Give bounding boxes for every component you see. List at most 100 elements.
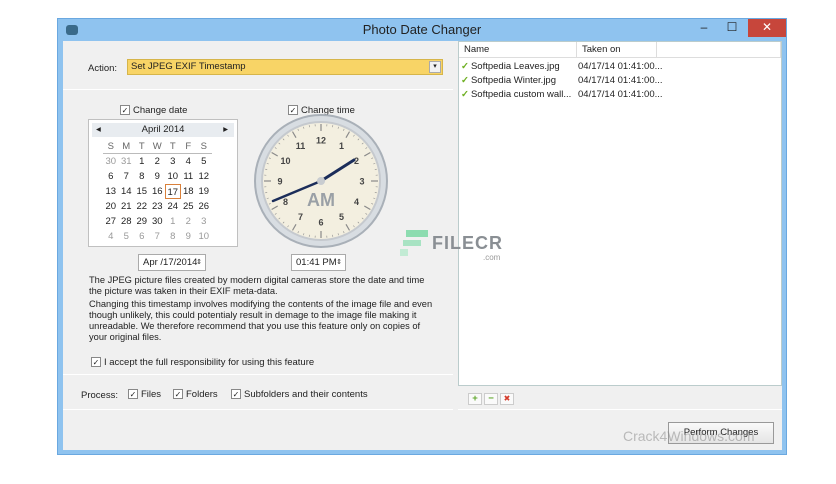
- check-icon: ✓: [461, 89, 469, 100]
- add-button[interactable]: +: [468, 393, 482, 405]
- day-name: T: [165, 139, 181, 154]
- calendar-day[interactable]: 17: [165, 184, 181, 199]
- file-list[interactable]: Name Taken on ✓ Softpedia Leaves.jpg 04/17…: [458, 41, 782, 386]
- subfolders-checkbox[interactable]: ✓ Subfolders and their contents: [231, 389, 368, 400]
- folders-checkbox[interactable]: ✓ Folders: [173, 389, 218, 400]
- calendar-day[interactable]: 24: [165, 199, 181, 214]
- calendar-day[interactable]: 10: [165, 169, 181, 184]
- calendar-month: April 2014: [141, 124, 185, 135]
- taken-on: 04/17/14 01:41:00...: [578, 61, 663, 72]
- accept-label: I accept the full responsibility for usi…: [104, 357, 315, 368]
- calendar-day[interactable]: 2: [181, 214, 197, 229]
- calendar-day[interactable]: 9: [181, 229, 197, 244]
- calendar-day[interactable]: 25: [181, 199, 197, 214]
- date-spinner[interactable]: Apr /17/2014 ⇕: [138, 254, 206, 271]
- clock-number: 10: [280, 156, 290, 166]
- divider: [63, 89, 453, 90]
- clock-number: 3: [359, 177, 364, 187]
- calendar-day[interactable]: 27: [103, 214, 119, 229]
- checkbox-box: ✓: [120, 105, 130, 116]
- list-item[interactable]: ✓ Softpedia Leaves.jpg 04/17/14 01:41:00..…: [461, 60, 781, 74]
- calendar-day[interactable]: 11: [181, 169, 197, 184]
- calendar-day[interactable]: 6: [134, 229, 150, 244]
- list-item[interactable]: ✓ Softpedia Winter.jpg 04/17/14 01:41:00..…: [461, 74, 781, 88]
- minimize-button[interactable]: –: [692, 19, 716, 37]
- calendar-day[interactable]: 22: [134, 199, 150, 214]
- folders-label: Folders: [186, 389, 218, 400]
- calendar-day[interactable]: 15: [134, 184, 150, 199]
- checkbox-box: ✓: [173, 389, 183, 400]
- calendar-day[interactable]: 12: [196, 169, 212, 184]
- calendar-day[interactable]: 29: [134, 214, 150, 229]
- analog-clock: 111098765432112 AM: [254, 114, 388, 248]
- file-name: Softpedia Leaves.jpg: [470, 61, 560, 72]
- calendar-grid: S M T W T F S 30 31 1 2 3 4 5 6 7 8 9 10 11 12 13 14 15 16 17 18 19…: [103, 139, 212, 244]
- action-select[interactable]: Set JPEG EXIF Timestamp ▾: [127, 59, 443, 75]
- calendar-day[interactable]: 23: [150, 199, 166, 214]
- day-name: W: [149, 139, 165, 154]
- calendar-day[interactable]: 28: [119, 214, 135, 229]
- calendar-day[interactable]: 19: [196, 184, 212, 199]
- watermark-filecr: FILECR: [432, 233, 503, 253]
- calendar-day[interactable]: 8: [134, 169, 150, 184]
- calendar-day[interactable]: 30: [103, 154, 119, 169]
- calendar-day[interactable]: 1: [134, 154, 150, 169]
- calendar-day[interactable]: 20: [103, 199, 119, 214]
- checkbox-box: ✓: [91, 357, 101, 368]
- time-spinner[interactable]: 01:41 PM ⇕: [291, 254, 346, 271]
- calendar-day[interactable]: 1: [165, 214, 181, 229]
- calendar-day[interactable]: 6: [103, 169, 119, 184]
- divider: [458, 409, 782, 410]
- clock-number: 7: [298, 212, 303, 222]
- calendar-day[interactable]: 10: [196, 229, 212, 244]
- spinner-arrows-icon[interactable]: ⇕: [196, 255, 202, 270]
- prev-month-button[interactable]: ◂: [96, 123, 101, 137]
- day-name: S: [196, 139, 212, 154]
- calendar-day[interactable]: 30: [150, 214, 166, 229]
- change-date-checkbox[interactable]: ✓ Change date: [120, 105, 187, 116]
- calendar-day[interactable]: 18: [181, 184, 197, 199]
- files-checkbox[interactable]: ✓ Files: [128, 389, 161, 400]
- calendar-day[interactable]: 26: [196, 199, 212, 214]
- calendar-day[interactable]: 4: [103, 229, 119, 244]
- calendar-day[interactable]: 9: [150, 169, 166, 184]
- chevron-down-icon[interactable]: ▾: [429, 61, 441, 73]
- clock-number: 4: [354, 197, 359, 207]
- close-button[interactable]: ✕: [748, 19, 786, 37]
- calendar-day[interactable]: 5: [196, 154, 212, 169]
- calendar-day[interactable]: 5: [119, 229, 135, 244]
- calendar-day[interactable]: 31: [119, 154, 135, 169]
- calendar-day[interactable]: 7: [119, 169, 135, 184]
- clock-number: 1: [339, 141, 344, 151]
- calendar-day[interactable]: 7: [150, 229, 166, 244]
- checkbox-box: ✓: [231, 389, 241, 400]
- taken-on: 04/17/14 01:41:00...: [578, 89, 663, 100]
- calendar-day[interactable]: 16: [150, 184, 166, 199]
- calendar-day[interactable]: 4: [181, 154, 197, 169]
- accept-checkbox[interactable]: ✓ I accept the full responsibility for us…: [91, 357, 314, 368]
- maximize-button[interactable]: ☐: [720, 19, 744, 37]
- column-header-empty: [657, 42, 781, 58]
- day-name: S: [103, 139, 119, 154]
- date-value: Apr /17/2014: [143, 257, 198, 268]
- list-item[interactable]: ✓ Softpedia custom wall... 04/17/14 01:41:…: [461, 88, 781, 102]
- calendar-day[interactable]: 21: [119, 199, 135, 214]
- calendar-day[interactable]: 14: [119, 184, 135, 199]
- column-header-name[interactable]: Name: [459, 42, 577, 58]
- remove-button[interactable]: −: [484, 393, 498, 405]
- clock-number: 12: [316, 136, 326, 146]
- column-header-taken-on[interactable]: Taken on: [577, 42, 657, 58]
- calendar-day[interactable]: 2: [150, 154, 166, 169]
- check-icon: ✓: [461, 75, 469, 86]
- spinner-arrows-icon[interactable]: ⇕: [336, 255, 342, 270]
- calendar-day[interactable]: 13: [103, 184, 119, 199]
- next-month-button[interactable]: ▸: [223, 123, 228, 137]
- calendar-day[interactable]: 3: [165, 154, 181, 169]
- file-name: Softpedia custom wall...: [470, 89, 572, 100]
- calendar-day[interactable]: 8: [165, 229, 181, 244]
- file-name: Softpedia Winter.jpg: [470, 75, 556, 86]
- delete-button[interactable]: ✖: [500, 393, 514, 405]
- window-title: Photo Date Changer: [362, 22, 482, 37]
- subfolders-label: Subfolders and their contents: [244, 389, 368, 400]
- calendar-day[interactable]: 3: [196, 214, 212, 229]
